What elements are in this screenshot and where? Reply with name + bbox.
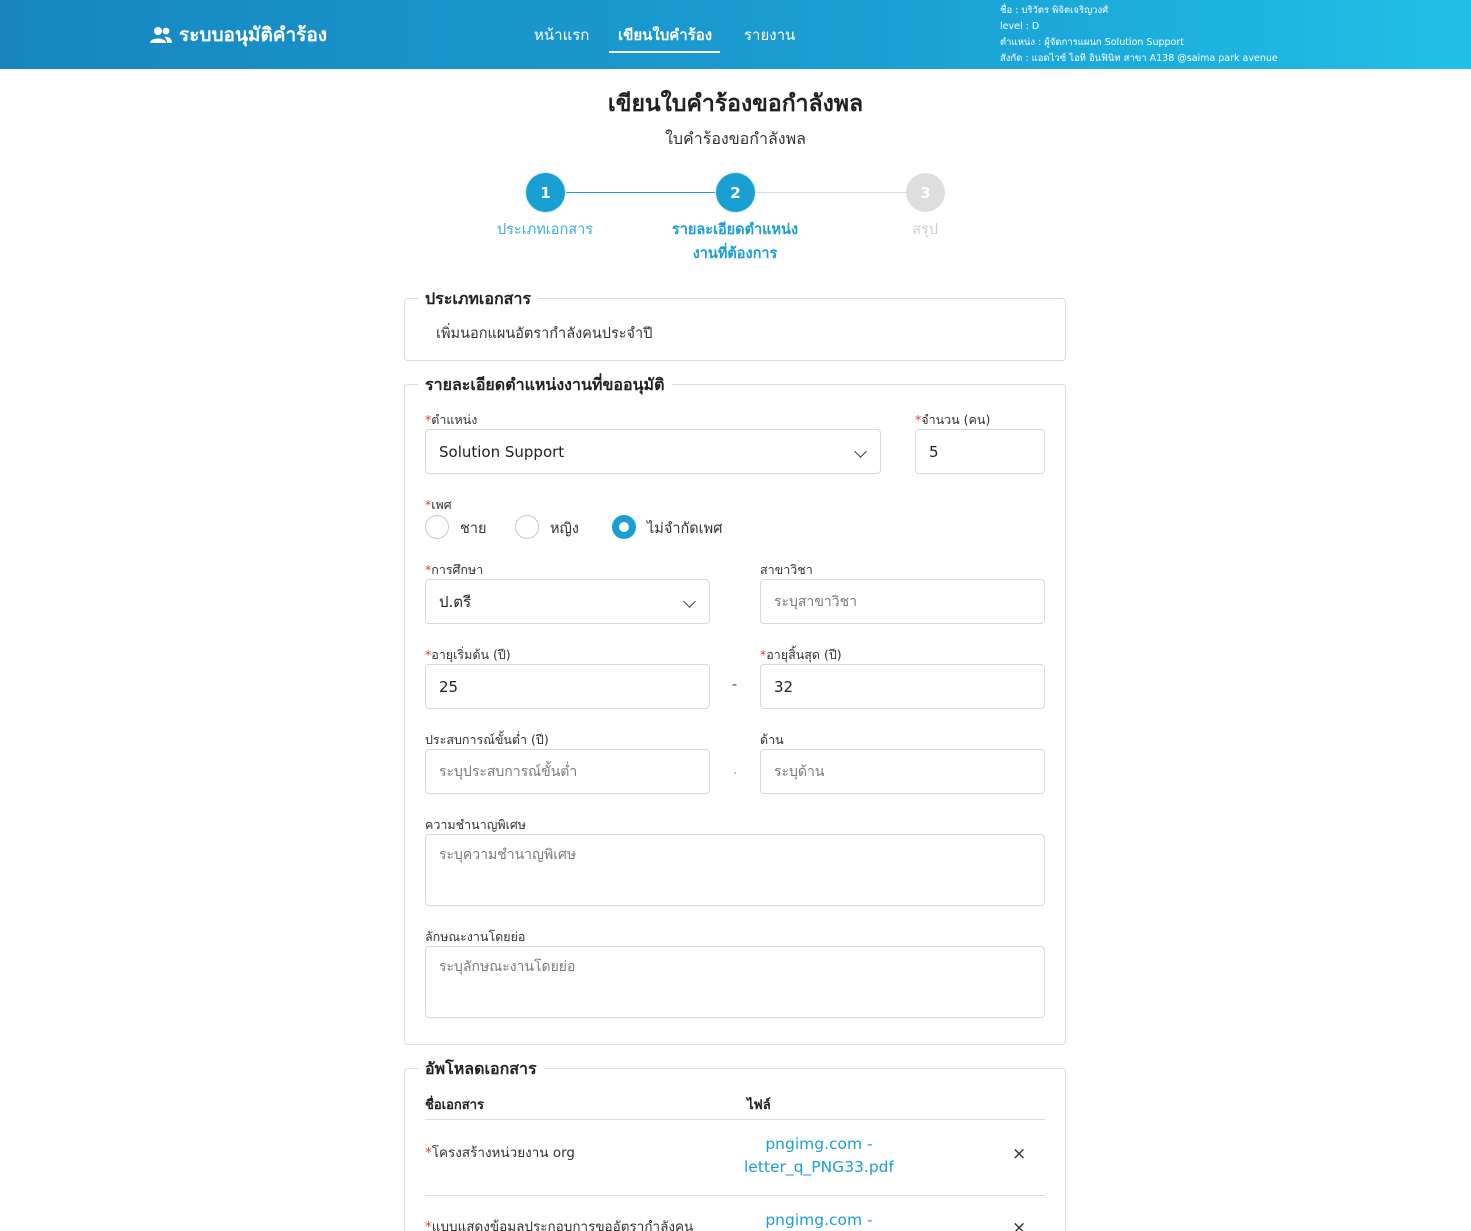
gender-any-label[interactable]: ไม่จำกัดเพศ: [647, 517, 722, 540]
gender-male-radio[interactable]: [425, 515, 449, 539]
position-value: Solution Support: [439, 442, 565, 461]
upload-row-2-file-link[interactable]: pngimg.com -: [739, 1209, 899, 1231]
nav-active-indicator: [609, 51, 720, 53]
step-1-circle[interactable]: 1: [526, 173, 565, 212]
quantity-label-text: จำนวน (คน): [921, 412, 991, 427]
step-2-circle[interactable]: 2: [716, 173, 755, 212]
upload-row-2-name-text: แบบแสดงข้อมูลประกอบการขออัตรากำลังคน: [431, 1219, 694, 1231]
upload-row-2-name: *แบบแสดงข้อมูลประกอบการขออัตรากำลังคน: [425, 1215, 693, 1231]
upload-row-1-name: *โครงสร้างหน่วยงาน org: [425, 1141, 575, 1163]
age-max-label-text: อายุสิ้นสุด (ปี): [766, 647, 842, 662]
users-icon: [150, 27, 172, 43]
age-max-input[interactable]: 32: [760, 664, 1045, 709]
upload-row-2-remove-icon[interactable]: ×: [1012, 1218, 1026, 1231]
nav-write-request[interactable]: เขียนใบคำร้อง: [618, 23, 712, 47]
gender-any-radio[interactable]: [612, 515, 636, 539]
step-2-label-line1: รายละเอียดตำแหน่ง: [671, 222, 799, 238]
page-subtitle: ใบคำร้องขอกำลังพล: [665, 129, 806, 148]
education-value: ป.ตรี: [439, 592, 472, 611]
upload-row-1-file-link[interactable]: pngimg.com - letter_q_PNG33.pdf: [739, 1133, 899, 1179]
top-navbar: ระบบอนุมัติคำร้อง หน้าแรก เขียนใบคำร้อง …: [0, 0, 1471, 69]
upload-row-1-file-line1[interactable]: pngimg.com -: [739, 1133, 899, 1156]
expertise-label: ความชำนาญพิเศษ: [425, 817, 527, 832]
user-name: ชื่อ : บริวัตร พิจิตเจริญวงศ์: [1000, 5, 1109, 16]
step-3-label: สรุป: [912, 222, 938, 238]
job-summary-label: ลักษณะงานโดยย่อ: [425, 929, 526, 944]
age-separator: -: [732, 677, 738, 693]
education-select[interactable]: ป.ตรี: [425, 579, 710, 624]
gender-label-text: เพศ: [431, 497, 452, 512]
position-label: *ตำแหน่ง: [425, 410, 477, 430]
age-min-label-text: อายุเริ่มต้น (ปี): [431, 647, 511, 662]
user-position: ตำแหน่ง : ผู้จัดการแผนก Solution Support: [1000, 37, 1184, 48]
doc-type-legend: ประเภทเอกสาร: [418, 287, 539, 312]
upload-header-divider: [425, 1119, 1045, 1120]
experience-input[interactable]: ระบุประสบการณ์ขั้นต่ำ: [425, 749, 710, 794]
stepper-line-done: [564, 192, 716, 193]
user-level: level : D: [1000, 21, 1040, 32]
gender-female-radio[interactable]: [515, 515, 539, 539]
stepper-line-todo: [754, 192, 906, 193]
position-select[interactable]: Solution Support: [425, 429, 881, 474]
doc-type-value: เพิ่มนอกแผนอัตรากำลังคนประจำปี: [436, 326, 653, 342]
upload-row-1-name-text: โครงสร้างหน่วยงาน org: [431, 1145, 575, 1161]
age-min-input[interactable]: 25: [425, 664, 710, 709]
step-2-label: รายละเอียดตำแหน่ง งานที่ต้องการ: [655, 218, 815, 266]
education-label: *การศึกษา: [425, 560, 483, 580]
step-1-label: ประเภทเอกสาร: [496, 222, 594, 238]
upload-col-file: ไฟล์: [747, 1098, 771, 1113]
upload-col-name: ชื่อเอกสาร: [425, 1098, 484, 1113]
major-input[interactable]: ระบุสาขาวิชา: [760, 579, 1045, 624]
area-input[interactable]: ระบุด้าน: [760, 749, 1045, 794]
age-max-label: *อายุสิ้นสุด (ปี): [760, 645, 842, 665]
expertise-textarea[interactable]: ระบุความชำนาญพิเศษ: [425, 834, 1045, 906]
position-label-text: ตำแหน่ง: [431, 412, 478, 427]
chevron-down-icon: [683, 595, 696, 608]
upload-row-1-remove-icon[interactable]: ×: [1012, 1144, 1026, 1164]
step-3-circle: 3: [906, 173, 945, 212]
upload-row-2-file-line1[interactable]: pngimg.com -: [739, 1209, 899, 1231]
required-mark: *: [425, 1219, 432, 1231]
area-label: ด้าน: [760, 732, 784, 747]
experience-label: ประสบการณ์ขั้นต่ำ (ปี): [425, 732, 549, 747]
user-info: ชื่อ : บริวัตร พิจิตเจริญวงศ์ level : D …: [1000, 3, 1278, 67]
chevron-down-icon: [854, 445, 867, 458]
nav-home[interactable]: หน้าแรก: [534, 23, 589, 47]
nav-report[interactable]: รายงาน: [744, 23, 795, 47]
job-summary-textarea[interactable]: ระบุลักษณะงานโดยย่อ: [425, 946, 1045, 1018]
upload-row-divider: [425, 1195, 1045, 1196]
brand[interactable]: ระบบอนุมัติคำร้อง: [150, 20, 327, 50]
upload-legend: อัพโหลดเอกสาร: [418, 1057, 544, 1082]
quantity-label: *จำนวน (คน): [915, 410, 990, 430]
required-mark: *: [425, 1145, 432, 1161]
gender-label: *เพศ: [425, 495, 452, 515]
major-label: สาขาวิชา: [760, 562, 813, 577]
brand-title: ระบบอนุมัติคำร้อง: [179, 24, 328, 46]
gender-female-label[interactable]: หญิง: [550, 517, 579, 540]
details-legend: รายละเอียดตำแหน่งงานที่ขออนุมัติ: [418, 373, 672, 398]
gender-male-label[interactable]: ชาย: [460, 517, 486, 540]
age-min-label: *อายุเริ่มต้น (ปี): [425, 645, 511, 665]
page-title: เขียนใบคำร้องขอกำลังพล: [607, 91, 864, 117]
upload-row-1-file-line2[interactable]: letter_q_PNG33.pdf: [739, 1156, 899, 1179]
user-affiliation: สังกัด : แอดไวซ์ ไอที อินฟินิท สาขา A138…: [1000, 53, 1278, 64]
step-2-label-line2: งานที่ต้องการ: [692, 246, 778, 262]
quantity-input[interactable]: 5: [915, 429, 1045, 474]
experience-separator: .: [733, 762, 738, 778]
education-label-text: การศึกษา: [431, 562, 484, 577]
